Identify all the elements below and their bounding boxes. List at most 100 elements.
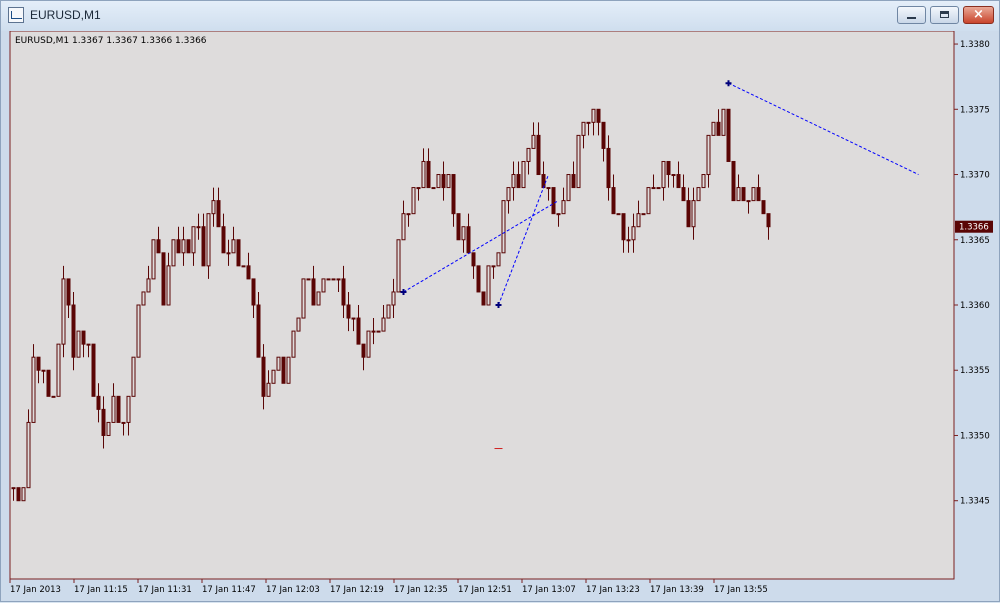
bearish-candle-body	[96, 395, 101, 410]
bullish-candle-body	[406, 213, 411, 216]
candle	[476, 265, 481, 293]
time-axis[interactable]: 17 Jan 2013 17 Jan 11:15 17 Jan 11:31 17 Ja…	[9, 579, 768, 595]
candle	[306, 278, 311, 281]
bullish-candle-body	[556, 213, 561, 216]
bullish-candle-body	[376, 330, 381, 333]
candle	[741, 187, 746, 202]
time-tick-label: 17 Jan 12:51	[458, 585, 512, 595]
bullish-candle-body	[526, 147, 531, 162]
bullish-candle-body	[396, 239, 401, 293]
price-axis[interactable]: 1.3380 1.3375 1.3370 1.3365 1.3360 1.3355 1.33…	[954, 40, 993, 507]
minimize-button[interactable]	[897, 6, 926, 24]
bullish-candle-body	[711, 121, 716, 136]
bullish-candle-body	[641, 213, 646, 216]
bullish-candle-body	[76, 330, 81, 358]
bearish-candle-body	[601, 121, 606, 149]
bullish-candle-body	[371, 330, 376, 333]
bullish-candle-body	[166, 265, 171, 306]
bullish-candle-body	[691, 200, 696, 228]
bullish-candle-body	[661, 160, 666, 189]
candle	[106, 421, 111, 436]
bearish-candle-body	[81, 330, 86, 345]
bearish-candle-body	[46, 369, 51, 397]
candle	[616, 213, 621, 216]
bearish-candle-body	[251, 278, 256, 306]
bullish-candle-body	[521, 160, 526, 189]
current-price-label: 1.3366	[959, 223, 989, 233]
title-bar[interactable]: EURUSD,M1 ×	[1, 1, 999, 31]
bullish-candle-body	[141, 291, 146, 306]
bearish-candle-body	[476, 265, 481, 293]
bearish-candle-body	[311, 278, 316, 306]
bearish-candle-body	[201, 226, 206, 267]
candle	[646, 187, 651, 215]
bullish-candle-body	[591, 108, 596, 123]
chart-window-icon[interactable]	[8, 7, 24, 23]
bullish-candle-body	[131, 356, 136, 397]
bearish-candle-body	[471, 252, 476, 267]
bullish-candle-body	[721, 108, 726, 136]
candle	[316, 291, 321, 306]
candle	[396, 239, 401, 293]
bullish-candle-body	[546, 187, 551, 190]
price-chart[interactable]: EURUSD,M1 1.3367 1.3367 1.3366 1.3366 1.…	[1, 31, 1000, 603]
bullish-candle-body	[336, 278, 341, 281]
candle	[326, 278, 331, 281]
candle	[51, 395, 56, 398]
bearish-candle-body	[621, 213, 626, 241]
bullish-candle-body	[581, 121, 586, 136]
bullish-candle-body	[61, 278, 66, 345]
bearish-candle-body	[611, 187, 616, 215]
bullish-candle-body	[226, 252, 231, 255]
candle	[726, 108, 731, 162]
maximize-button[interactable]	[930, 6, 959, 24]
bullish-candle-body	[401, 213, 406, 241]
candle	[151, 239, 156, 280]
bullish-candle-body	[656, 187, 661, 190]
bullish-candle-body	[126, 395, 131, 423]
bullish-candle-body	[631, 226, 636, 241]
bullish-candle-body	[291, 330, 296, 358]
bullish-candle-body	[696, 187, 701, 202]
bearish-candle-body	[726, 108, 731, 162]
bullish-candle-body	[366, 330, 371, 358]
time-tick-label: 17 Jan 11:15	[74, 585, 128, 595]
bullish-candle-body	[136, 304, 141, 358]
bullish-candle-body	[106, 421, 111, 436]
candle	[576, 134, 581, 189]
bullish-candle-body	[561, 200, 566, 215]
chart-window: EURUSD,M1 × EURUSD,M1 1.3367 1.3367 1.33…	[0, 0, 1000, 602]
candle	[186, 239, 191, 254]
bearish-candle-body	[361, 343, 366, 358]
bearish-candle-body	[741, 187, 746, 202]
close-button[interactable]: ×	[963, 6, 994, 24]
candle	[731, 160, 736, 202]
close-icon: ×	[973, 7, 984, 22]
candle	[236, 239, 241, 267]
bullish-candle-body	[486, 265, 491, 306]
bearish-candle-body	[261, 356, 266, 397]
bearish-candle-body	[281, 356, 286, 384]
bullish-candle-body	[331, 278, 336, 281]
bearish-candle-body	[221, 226, 226, 254]
bearish-candle-body	[356, 317, 361, 345]
candle	[446, 174, 451, 189]
bullish-candle-body	[86, 343, 91, 346]
bullish-candle-body	[651, 187, 656, 190]
bullish-candle-body	[206, 213, 211, 267]
bearish-candle-body	[176, 239, 181, 254]
bearish-candle-body	[91, 343, 96, 397]
bearish-candle-body	[16, 487, 21, 502]
time-tick-label: 17 Jan 12:03	[266, 585, 320, 595]
candle	[721, 108, 726, 136]
candle	[481, 291, 486, 306]
bullish-candle-body	[26, 421, 31, 489]
candle	[711, 121, 716, 136]
candle	[301, 278, 306, 319]
bearish-candle-body	[216, 200, 221, 228]
candle	[141, 291, 146, 306]
bullish-candle-body	[436, 174, 441, 189]
bearish-candle-body	[686, 200, 691, 228]
chart-header: EURUSD,M1 1.3367 1.3367 1.3366 1.3366	[15, 36, 207, 46]
bullish-candle-body	[306, 278, 311, 281]
